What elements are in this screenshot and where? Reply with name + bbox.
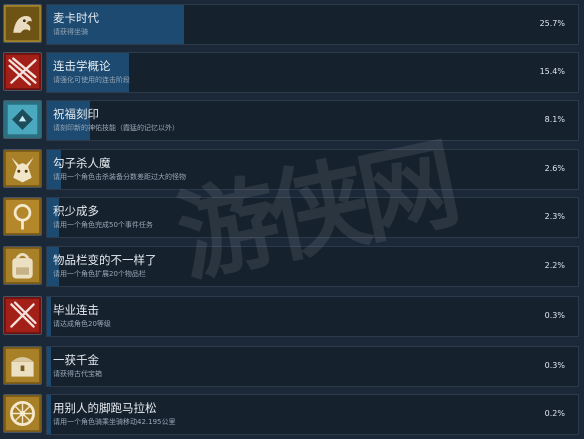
achievement-title: 一获千金 xyxy=(53,353,99,367)
achievement-row[interactable]: 祝福刻印请刻印新的神佑技能（霞猛的记忆以外） 8.1% xyxy=(0,99,584,143)
wheel-icon xyxy=(3,394,42,433)
achievement-panel: 连击学概论请强化可使用的连击阶段 15.4% xyxy=(46,52,579,93)
achievement-panel: 积少成多请用一个角色完成50个事件任务 2.3% xyxy=(46,197,579,238)
achievement-row[interactable]: 毕业连击请达成角色20等级 0.3% xyxy=(0,295,584,339)
achievement-percent: 0.2% xyxy=(544,409,565,418)
achievement-panel: 一获千金请获得古代宝箱 0.3% xyxy=(46,346,579,387)
demon-mask-icon xyxy=(3,149,42,188)
crossed-swords-icon xyxy=(3,296,42,335)
achievement-panel: 物品栏变的不一样了请用一个角色扩展20个物品栏 2.2% xyxy=(46,246,579,287)
achievement-list: 麦卡时代 请获得坐骑 25.7% 连击学概论 请强化可使用的连击阶段 15.4% 祝福刻印请… xyxy=(0,0,584,439)
achievement-description: 请用一个角色击杀装备分数差距过大的怪物 xyxy=(53,173,186,181)
achievement-panel: 毕业连击请达成角色20等级 0.3% xyxy=(46,296,579,337)
achievement-percent: 0.3% xyxy=(544,361,565,370)
achievement-title: 连击学概论 xyxy=(53,59,111,73)
achievement-percent: 2.2% xyxy=(544,261,565,270)
achievement-title: 用别人的脚跑马拉松 xyxy=(53,401,157,415)
achievement-percent: 15.4% xyxy=(539,67,565,76)
achievement-row[interactable]: 用别人的脚跑马拉松请用一个角色骑乘坐骑移动42.195公里 0.2% xyxy=(0,393,584,437)
achievement-percent: 2.6% xyxy=(544,164,565,173)
achievement-description: 请用一个角色扩展20个物品栏 xyxy=(53,270,146,278)
achievement-description: 请达成角色20等级 xyxy=(53,320,111,328)
achievement-panel: 用别人的脚跑马拉松请用一个角色骑乘坐骑移动42.195公里 0.2% xyxy=(46,394,579,435)
achievement-row[interactable]: 积少成多请用一个角色完成50个事件任务 2.3% xyxy=(0,196,584,240)
progress-bar xyxy=(47,395,51,434)
achievement-percent: 0.3% xyxy=(544,311,565,320)
progress-bar xyxy=(47,297,51,336)
achievement-row[interactable]: 物品栏变的不一样了请用一个角色扩展20个物品栏 2.2% xyxy=(0,245,584,289)
achievement-description: 请刻印新的神佑技能（霞猛的记忆以外） xyxy=(53,124,179,132)
creature-badge-icon xyxy=(3,4,42,43)
achievement-title: 毕业连击 xyxy=(53,303,99,317)
achievement-percent: 25.7% xyxy=(539,19,565,28)
achievement-panel: 祝福刻印请刻印新的神佑技能（霞猛的记忆以外） 8.1% xyxy=(46,100,579,141)
quest-ring-icon xyxy=(3,197,42,236)
progress-bar xyxy=(47,347,51,386)
backpack-icon xyxy=(3,246,42,285)
achievement-description: 请获得古代宝箱 xyxy=(53,370,102,378)
achievement-description: 请获得坐骑 xyxy=(53,28,88,36)
achievement-title: 积少成多 xyxy=(53,204,99,218)
achievement-title: 物品栏变的不一样了 xyxy=(53,253,157,267)
achievement-row[interactable]: 一获千金请获得古代宝箱 0.3% xyxy=(0,345,584,389)
achievement-panel: 麦卡时代请获得坐骑 25.7% xyxy=(46,4,579,45)
achievement-row[interactable]: 勾子杀人魔请用一个角色击杀装备分数差距过大的怪物 2.6% xyxy=(0,148,584,192)
achievement-row[interactable]: 连击学概论请强化可使用的连击阶段 15.4% xyxy=(0,51,584,95)
rune-tile-icon xyxy=(3,100,42,139)
achievement-panel: 勾子杀人魔请用一个角色击杀装备分数差距过大的怪物 2.6% xyxy=(46,149,579,190)
achievement-percent: 2.3% xyxy=(544,212,565,221)
achievement-description: 请用一个角色完成50个事件任务 xyxy=(53,221,153,229)
achievement-title: 勾子杀人魔 xyxy=(53,156,111,170)
achievement-title: 祝福刻印 xyxy=(53,107,99,121)
achievement-percent: 8.1% xyxy=(544,115,565,124)
achievement-row[interactable]: 麦卡时代请获得坐骑 25.7% xyxy=(0,3,584,47)
achievement-title: 麦卡时代 xyxy=(53,11,99,25)
achievement-description: 请强化可使用的连击阶段 xyxy=(53,76,130,84)
achievement-description: 请用一个角色骑乘坐骑移动42.195公里 xyxy=(53,418,176,426)
treasure-chest-icon xyxy=(3,346,42,385)
crossed-claws-icon xyxy=(3,52,42,91)
